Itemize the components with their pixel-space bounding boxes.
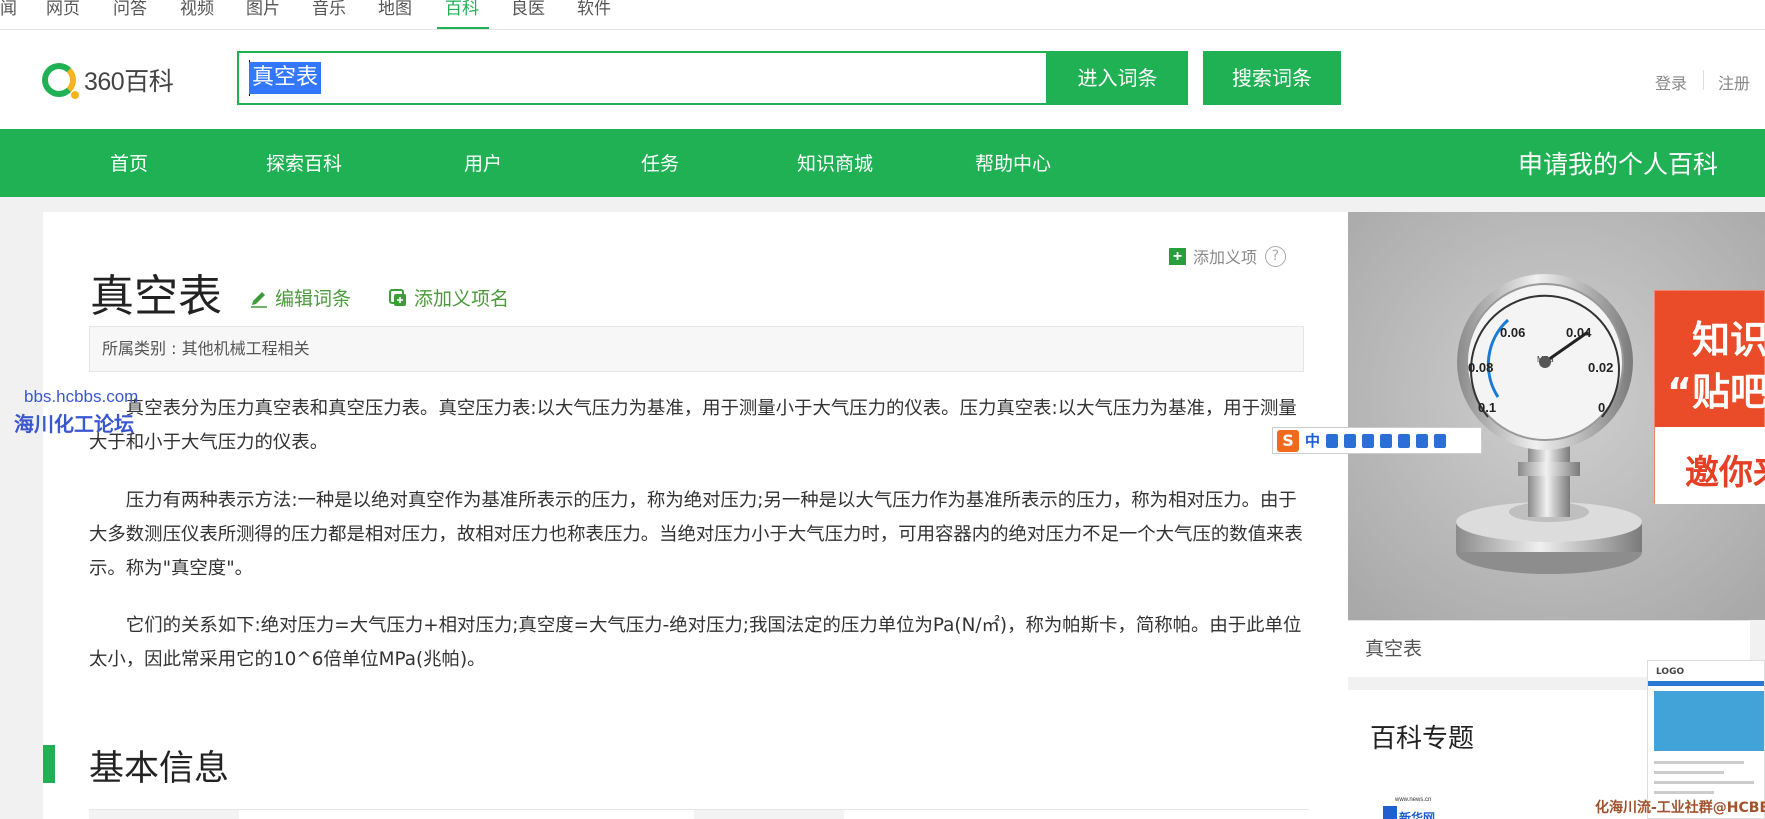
main-nav: 首页 探索百科 用户 任务 知识商城 帮助中心 申请我的个人百科 [0, 129, 1765, 197]
topic-thumb-url: www.news.cn [1394, 797, 1431, 803]
register-link[interactable]: 注册 [1718, 70, 1750, 94]
top-nav-item[interactable]: 软件 [577, 0, 611, 19]
add-sense-link[interactable]: + 添加义项 ? [1169, 244, 1287, 268]
top-nav-item[interactable]: 百科 [445, 0, 479, 19]
preview-banner [1654, 691, 1764, 751]
logo[interactable]: 360百科 [42, 61, 174, 99]
ime-mode[interactable]: 中 [1305, 430, 1320, 451]
top-nav-item[interactable]: 闻 [0, 0, 17, 19]
paragraph-2: 压力有两种表示方法:一种是以绝对真空作为基准所表示的压力，称为绝对压力;另一种是… [89, 490, 1303, 579]
ad-line-1: 知识 [1692, 318, 1765, 362]
add-sense-name-label: 添加义项名 [414, 288, 510, 310]
preview-logo: LOGO [1656, 667, 1685, 677]
add-sense-name-link[interactable]: 添加义项名 [388, 284, 509, 311]
gauge-label: 0.1 [1478, 400, 1496, 415]
moon-icon[interactable] [1326, 433, 1339, 448]
user-icon[interactable] [1398, 433, 1411, 448]
ime-logo-icon: S [1277, 429, 1299, 452]
preview-row [1654, 771, 1724, 774]
edit-entry-link[interactable]: 编辑词条 [249, 284, 351, 311]
divider [1703, 70, 1704, 90]
preview-row [1654, 791, 1714, 794]
info-table-header-cell [89, 810, 239, 819]
nav-item-home[interactable]: 首页 [110, 149, 148, 176]
topic-thumb-text: 新华网 [1399, 810, 1435, 819]
ime-toolbar[interactable]: S 中 [1272, 427, 1482, 454]
gauge-label: 0 [1598, 400, 1605, 415]
gauge-label: 0.06 [1500, 325, 1525, 340]
top-nav-item[interactable]: 视频 [180, 0, 214, 19]
top-nav-item[interactable]: 音乐 [312, 0, 346, 19]
search-entry-button[interactable]: 搜索词条 [1203, 51, 1341, 105]
nav-item-help[interactable]: 帮助中心 [975, 149, 1051, 176]
keyboard-icon[interactable] [1380, 433, 1393, 448]
top-nav-item[interactable]: 良医 [511, 0, 545, 19]
topic-thumbnail[interactable]: www.news.cn 新华网 [1381, 792, 1451, 819]
nav-item-explore[interactable]: 探索百科 [266, 149, 342, 176]
ad-line-2: “贴吧 [1667, 370, 1765, 414]
nav-item-users[interactable]: 用户 [464, 149, 502, 176]
info-table [89, 809, 1309, 819]
watermark-forum: 海川化工论坛 [14, 412, 134, 436]
top-nav-item[interactable]: 地图 [378, 0, 412, 19]
preview-row [1654, 761, 1744, 764]
paragraph-3: 它们的关系如下:绝对压力=大气压力+相对压力;真空度=大气压力-绝对压力;我国法… [89, 615, 1302, 670]
page-title: 真空表 [90, 271, 222, 322]
search-input[interactable]: 真空表 [237, 51, 1048, 105]
nav-item-tasks[interactable]: 任务 [641, 149, 679, 176]
logo-mark-icon [42, 63, 79, 99]
article-card: + 添加义项 ? 真空表 编辑词条 添加义项名 所属类别 : 其他机械工程相关 … [43, 212, 1348, 819]
paragraph-1: 真空表分为压力真空表和真空压力表。真空压力表:以大气压力为基准，用于测量小于大气… [89, 398, 1297, 453]
floating-preview[interactable]: LOGO [1647, 660, 1765, 819]
ad-line-3: 邀你来 [1685, 453, 1765, 493]
microphone-icon[interactable] [1362, 433, 1375, 448]
topic-title: 百科专题 [1370, 724, 1475, 754]
wrench-icon[interactable] [1434, 433, 1447, 448]
help-icon[interactable]: ? [1265, 245, 1287, 267]
enter-entry-button[interactable]: 进入词条 [1047, 51, 1188, 105]
header: 360百科 真空表 进入词条 搜索词条 登录 注册 [0, 30, 1765, 129]
top-nav-item[interactable]: 图片 [246, 0, 280, 19]
top-nav-item[interactable]: 网页 [46, 0, 80, 19]
section-title-basic-info: 基本信息 [89, 749, 230, 789]
add-sense-label: 添加义项 [1193, 248, 1258, 267]
watermark-bottom: 化海川流-工业社群@HCBBS [1595, 800, 1765, 816]
pencil-icon [251, 291, 267, 308]
punctuation-icon[interactable] [1344, 433, 1357, 448]
preview-row [1654, 781, 1754, 784]
gauge-label: 0.02 [1588, 360, 1613, 375]
login-link[interactable]: 登录 [1655, 70, 1687, 94]
search-input-value: 真空表 [249, 62, 322, 94]
gauge-label: 0.08 [1468, 360, 1493, 375]
top-nav-item[interactable]: 问答 [113, 0, 147, 19]
add-item-icon [389, 288, 406, 306]
nav-item-store[interactable]: 知识商城 [797, 149, 873, 176]
watermark-site: bbs.hcbbs.com [24, 387, 139, 406]
plus-icon: + [1169, 247, 1186, 265]
top-nav: 闻 网页 问答 视频 图片 音乐 地图 百科 良医 软件 [0, 0, 1765, 30]
preview-bar [1648, 681, 1764, 686]
apply-personal-wiki-link[interactable]: 申请我的个人百科 [1518, 145, 1718, 181]
category-bar: 所属类别 : 其他机械工程相关 [89, 326, 1304, 372]
info-table-header-cell [694, 810, 844, 819]
shirt-icon[interactable] [1416, 433, 1429, 448]
logo-text: 360百科 [84, 68, 174, 96]
edit-entry-label: 编辑词条 [275, 288, 352, 310]
section-marker [43, 745, 55, 783]
promo-ad[interactable]: 知识 “贴吧 邀你来 [1654, 290, 1765, 504]
